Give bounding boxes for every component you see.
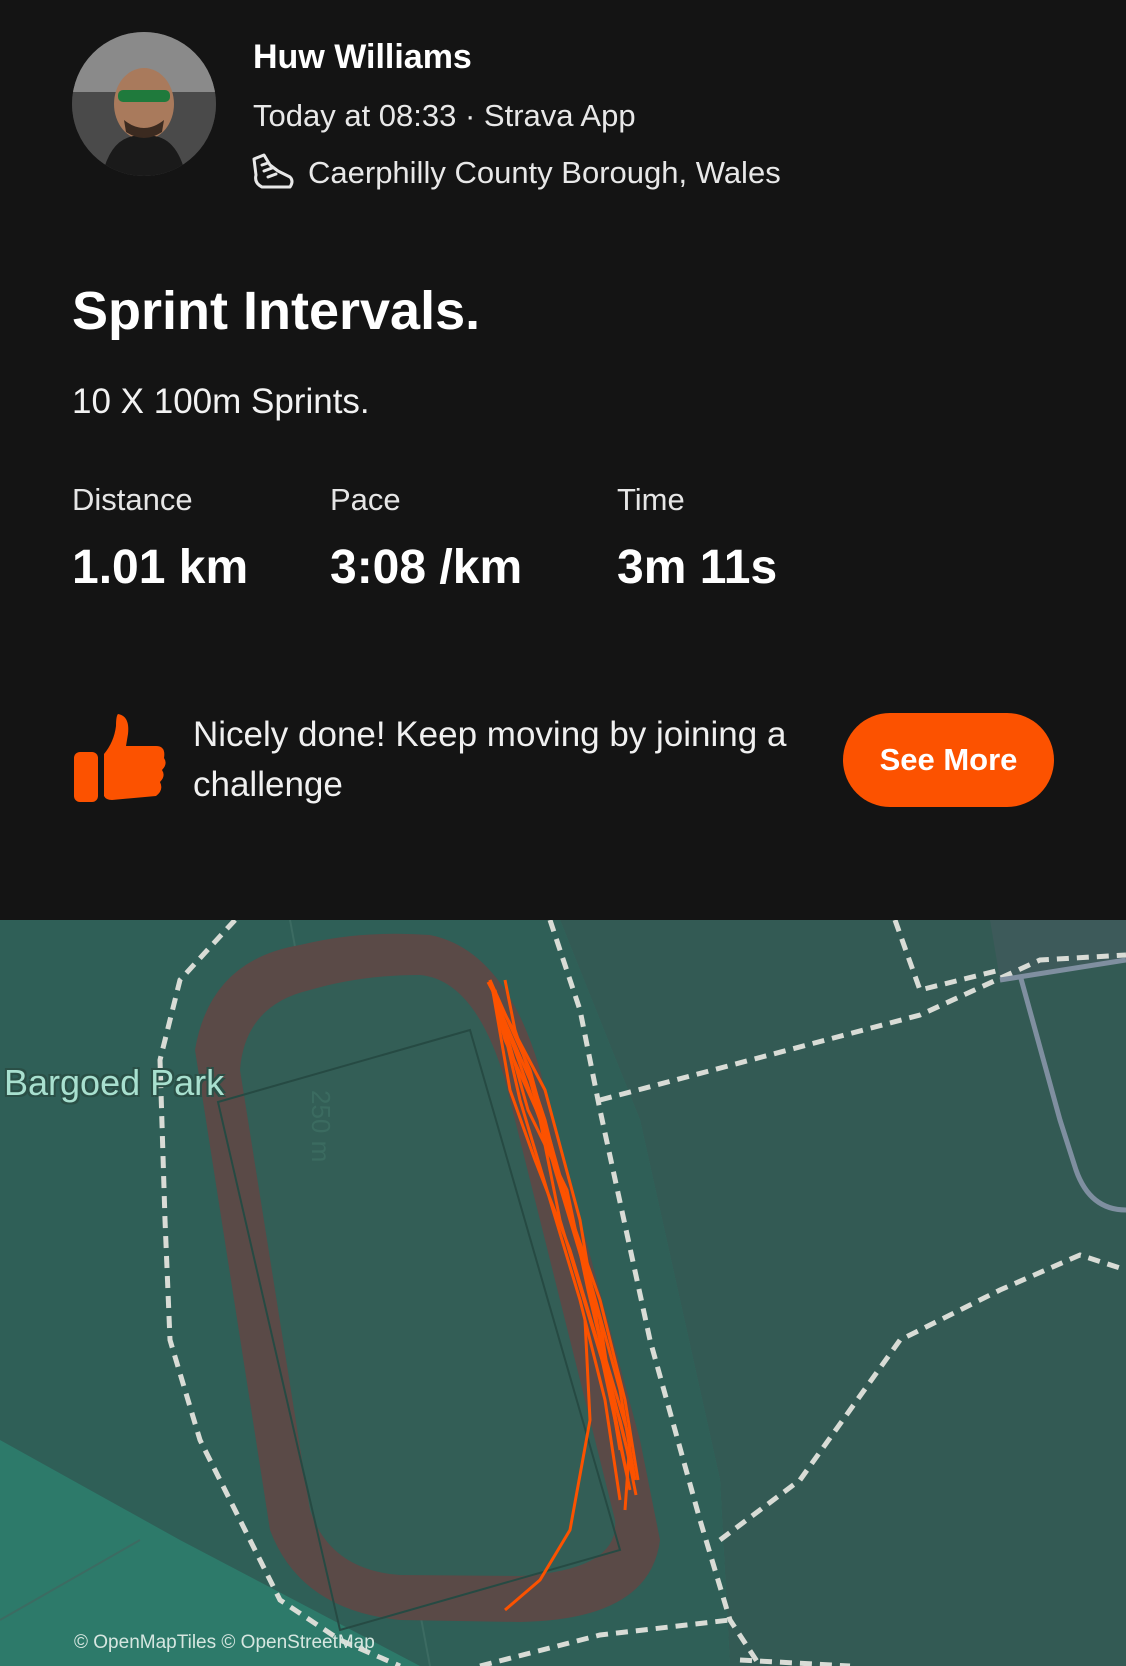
stat-distance: Distance 1.01 km [72,482,248,595]
athlete-name[interactable]: Huw Williams [253,38,472,77]
activity-location: Caerphilly County Borough, Wales [250,153,781,193]
map-canvas [0,920,1126,1666]
stat-label: Time [617,482,685,517]
activity-description: 10 X 100m Sprints. [72,382,370,421]
stat-label: Pace [330,482,401,517]
activity-title[interactable]: Sprint Intervals. [72,280,480,342]
map-label-track: 250 m [306,1090,336,1163]
see-more-button[interactable]: See More [843,713,1054,807]
shoe-icon [252,153,294,189]
promo-text: Nicely done! Keep moving by joining a ch… [193,715,787,804]
stat-pace: Pace 3:08 /km [330,482,522,595]
map-label-park: Bargoed Park [4,1062,225,1103]
map-attribution[interactable]: © OpenMapTiles © OpenStreetMap [74,1632,375,1654]
stat-time: Time 3m 11s [617,482,777,595]
stat-label: Distance [72,482,193,517]
activity-map[interactable]: Bargoed Park 250 m © OpenMapTiles © Open… [0,920,1126,1666]
avatar[interactable] [72,32,216,176]
thumbs-up-icon [72,712,166,811]
stat-value: 1.01 km [72,541,249,594]
stat-value: 3m 11s [617,541,778,594]
location-text: Caerphilly County Borough, Wales [308,155,781,190]
activity-header: Huw Williams Today at 08:33 · Strava App… [0,0,1126,920]
stat-value: 3:08 /km [330,541,523,594]
activity-meta: Today at 08:33 · Strava App [253,98,636,133]
avatar-photo [72,32,216,176]
